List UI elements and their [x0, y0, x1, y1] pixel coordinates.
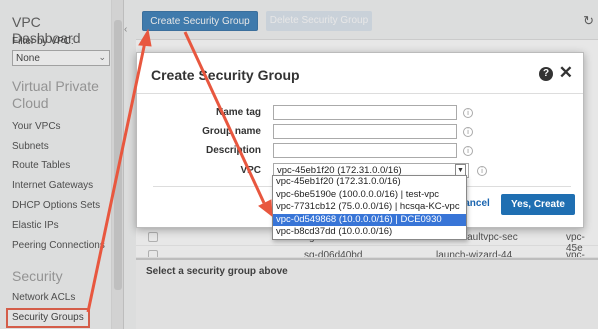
help-icon[interactable]: ?	[539, 67, 553, 81]
group-name-input[interactable]	[273, 124, 457, 139]
name-tag-label: Name tag	[215, 107, 261, 118]
description-input[interactable]	[273, 143, 457, 158]
divider	[137, 93, 583, 94]
info-icon[interactable]: i	[463, 108, 473, 118]
dropdown-option[interactable]: vpc-7731cb12 (75.0.0.0/16) | hcsqa-KC-vp…	[273, 201, 466, 214]
dropdown-option[interactable]: vpc-45eb1f20 (172.31.0.0/16)	[273, 176, 466, 189]
info-icon[interactable]: i	[463, 146, 473, 156]
yes-create-button[interactable]: Yes, Create	[501, 194, 575, 215]
group-name-label: Group name	[202, 126, 261, 137]
dropdown-option[interactable]: vpc-6be5190e (100.0.0.0/16) | test-vpc	[273, 189, 466, 202]
vpc-dropdown-list: vpc-45eb1f20 (172.31.0.0/16) vpc-6be5190…	[272, 175, 467, 240]
info-icon[interactable]: i	[477, 166, 487, 176]
close-icon[interactable]: ✕	[559, 63, 573, 83]
name-tag-input[interactable]	[273, 105, 457, 120]
info-icon[interactable]: i	[463, 127, 473, 137]
vpc-label: VPC	[240, 165, 261, 176]
dialog-title: Create Security Group	[151, 67, 300, 83]
dropdown-option-selected[interactable]: vpc-0d549868 (10.0.0.0/16) | DCE0930	[273, 213, 466, 226]
description-label: Description	[205, 145, 261, 156]
dropdown-option[interactable]: vpc-b8cd37dd (10.0.0.0/16)	[273, 226, 466, 239]
